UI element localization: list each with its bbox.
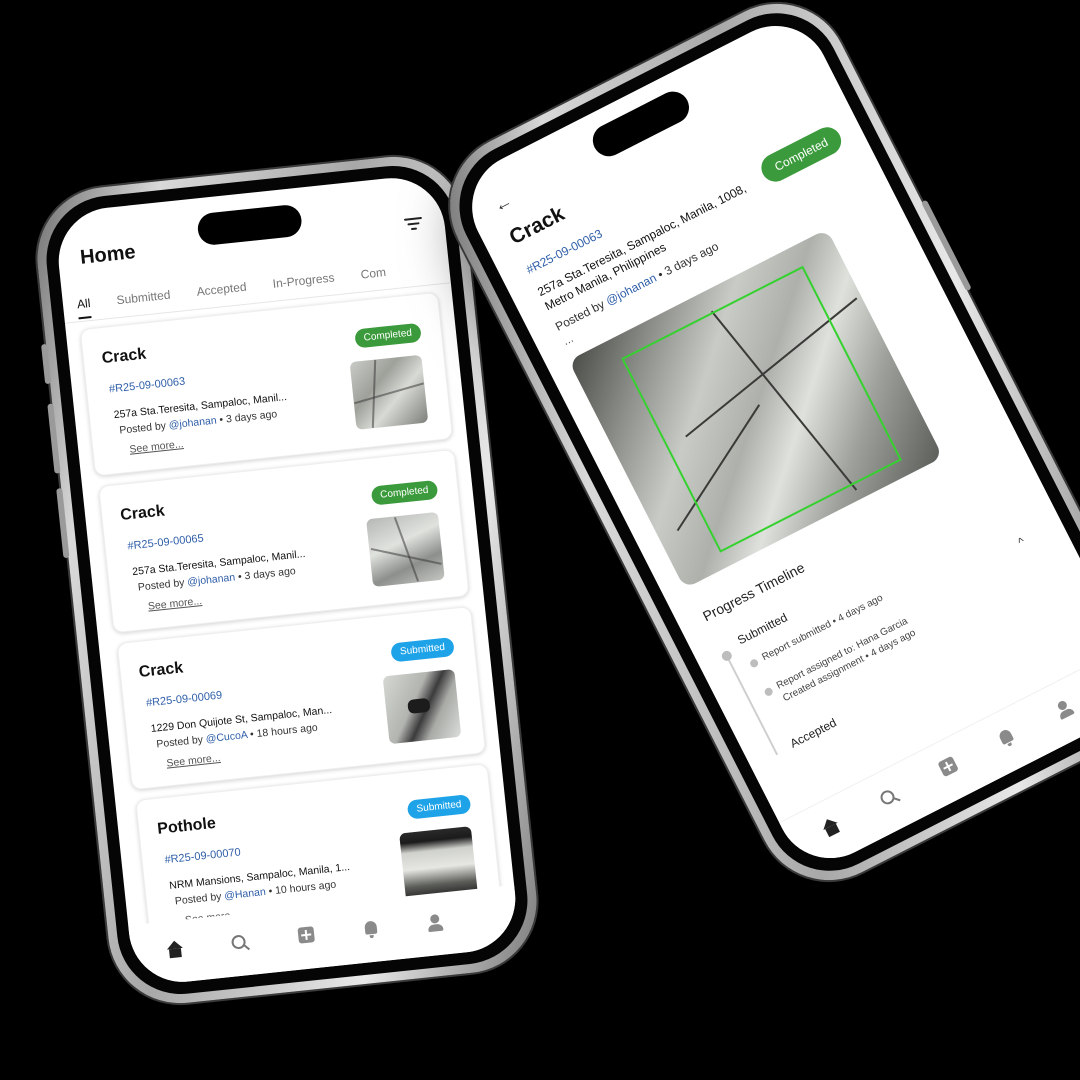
more-text[interactable]: ... [560,331,575,348]
timeline-dot [748,657,760,669]
user-link[interactable]: @johanan [168,415,217,432]
filter-icon[interactable] [403,216,423,233]
home-icon[interactable] [818,815,845,842]
tab-all[interactable]: All [76,296,92,320]
status-badge: Completed [370,479,439,506]
user-link[interactable]: @CucoA [205,729,248,745]
posted-time: • 10 hours ago [265,878,337,898]
posted-prefix: Posted by [174,890,225,908]
tab-in-progress[interactable]: In-Progress [272,270,336,296]
user-link[interactable]: @johanan [187,571,236,588]
report-feed: Crack Completed #R25-09-00063 257a Sta.T… [79,291,504,958]
user-link[interactable]: @Hanan [224,886,267,902]
status-badge: Submitted [390,636,455,663]
notifications-icon[interactable] [361,919,383,941]
detail-screen: ← Crack #R25-09-00063 Completed 257a Sta… [453,7,1080,877]
status-badge: Completed [756,122,846,187]
status-badge: Completed [353,322,422,349]
detection-box [621,265,902,553]
report-id[interactable]: #R25-09-00065 [127,533,204,553]
posted-prefix: Posted by [118,419,170,437]
report-id[interactable]: #R25-09-00063 [108,376,185,396]
posted-time: • 3 days ago [234,565,297,584]
see-more-link[interactable]: See more... [129,438,184,456]
report-card[interactable]: Crack Submitted #R25-09-00069 1229 Don Q… [116,605,487,791]
phone-home: Home All Submitted Accepted In-Progress … [30,149,544,1011]
timeline-stage: Accepted [787,715,839,751]
home-screen: Home All Submitted Accepted In-Progress … [53,172,521,988]
report-thumbnail[interactable] [349,354,429,430]
action-button [41,343,52,385]
tab-completed[interactable]: Com [360,265,387,288]
timeline-entry: Report assigned to: Hana Garcia [774,615,910,692]
profile-icon[interactable] [425,912,447,934]
volume-up-button [47,403,61,474]
phone-detail: ← Crack #R25-09-00063 Completed 257a Sta… [425,0,1080,905]
report-id[interactable]: #R25-09-00070 [164,846,241,866]
report-card[interactable]: Crack Completed #R25-09-00065 257a Sta.T… [98,448,470,634]
home-icon[interactable] [164,940,186,962]
report-card[interactable]: Crack Completed #R25-09-00063 257a Sta.T… [79,291,454,477]
report-id[interactable]: #R25-09-00069 [146,689,223,709]
page-title: Home [79,241,137,269]
search-icon[interactable] [877,785,904,812]
profile-icon[interactable] [1051,696,1078,723]
tab-submitted[interactable]: Submitted [116,288,172,314]
report-title: Crack [137,659,184,681]
volume-down-button [56,487,70,559]
chevron-up-icon[interactable]: ^ [1016,534,1027,549]
posted-prefix: Posted by [137,576,188,594]
report-thumbnail[interactable] [382,669,462,745]
search-icon[interactable] [230,933,252,955]
add-report-icon[interactable] [937,755,959,778]
see-more-link[interactable]: See more... [166,752,221,770]
report-title: Crack [119,502,166,525]
posted-prefix: Posted by [155,733,207,751]
timeline-dot [763,686,775,698]
posted-time: • 3 days ago [215,408,278,427]
tab-accepted[interactable]: Accepted [196,280,248,305]
add-report-icon[interactable] [297,926,315,944]
posted-time: • 18 hours ago [246,721,319,741]
timeline-dot [720,649,734,663]
notifications-icon[interactable] [994,725,1021,752]
back-arrow-icon[interactable]: ← [490,190,516,217]
report-thumbnail[interactable] [366,511,445,588]
report-title: Crack [100,345,147,368]
see-more-link[interactable]: See more... [147,595,202,613]
report-title: Pothole [156,814,217,838]
status-badge: Submitted [406,794,472,820]
report-title: Crack [505,202,569,250]
